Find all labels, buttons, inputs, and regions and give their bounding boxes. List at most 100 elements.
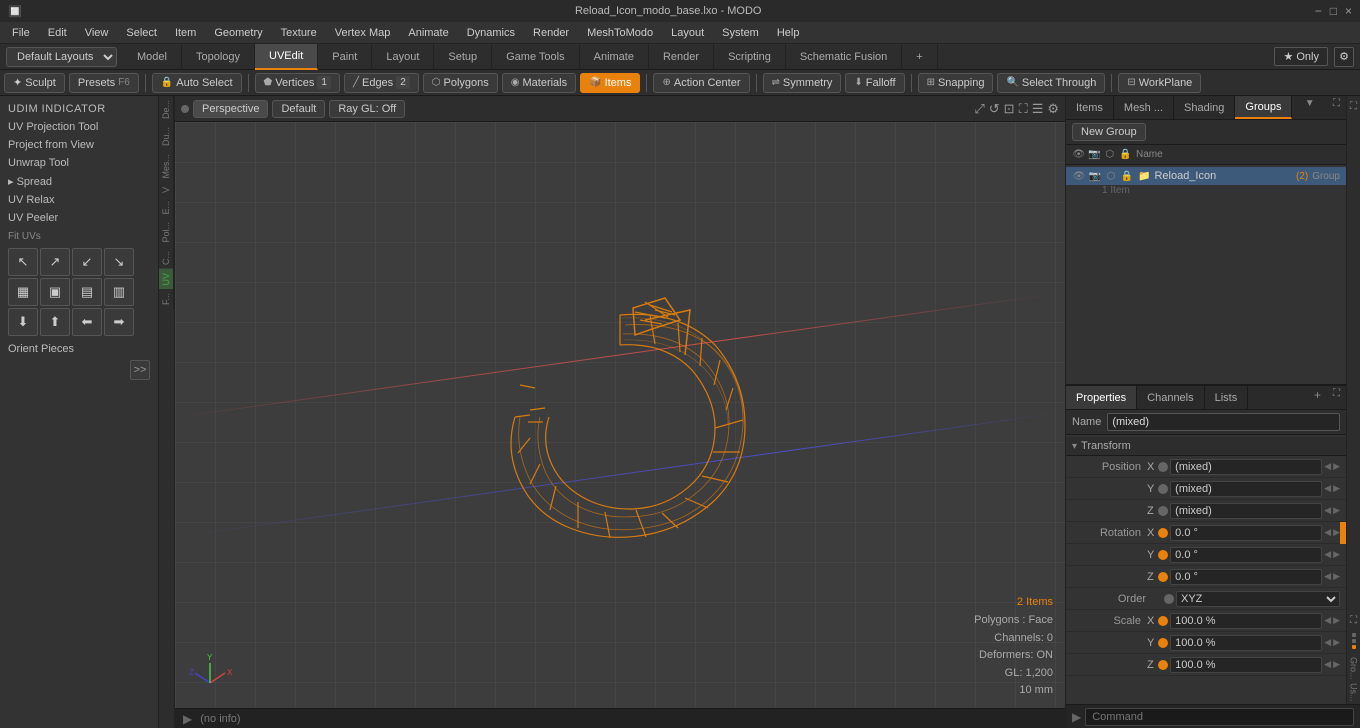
viewport-canvas[interactable]: 2 Items Polygons : Face Channels: 0 Defo… xyxy=(175,122,1065,708)
spread-item[interactable]: ▸ Spread xyxy=(4,172,154,191)
row-sel-icon[interactable]: ⬡ xyxy=(1104,169,1118,183)
groups-tab-shading[interactable]: Shading xyxy=(1174,96,1235,119)
prop-value-input-0[interactable] xyxy=(1170,459,1322,475)
menu-item-help[interactable]: Help xyxy=(769,25,808,41)
viewport-layout-icon[interactable]: ⊡ xyxy=(1004,101,1015,117)
layout-tab-topology[interactable]: Topology xyxy=(182,44,255,70)
prop-arrow-right-8[interactable]: ▶ xyxy=(1333,637,1340,648)
prop-value-input-7[interactable] xyxy=(1170,613,1322,629)
tool-icon-1[interactable]: ↖ xyxy=(8,248,38,276)
tool-icon-8[interactable]: ▥ xyxy=(104,278,134,306)
prop-arrow-right-9[interactable]: ▶ xyxy=(1333,659,1340,670)
more-button[interactable]: >> xyxy=(130,360,150,380)
prop-arrow-left-8[interactable]: ◀ xyxy=(1324,637,1331,648)
right-strip-label-gro[interactable]: Gro... xyxy=(1349,657,1359,680)
tool-icon-11[interactable]: ⬅ xyxy=(72,308,102,336)
prop-arrow-left-3[interactable]: ◀ xyxy=(1324,527,1331,538)
materials-button[interactable]: ◉ Materials xyxy=(502,73,576,93)
prop-dot-5[interactable] xyxy=(1158,572,1168,582)
layout-tab-game-tools[interactable]: Game Tools xyxy=(492,44,580,70)
prop-dot-2[interactable] xyxy=(1158,506,1168,516)
prop-arrow-left-7[interactable]: ◀ xyxy=(1324,615,1331,626)
layout-tab-paint[interactable]: Paint xyxy=(318,44,372,70)
fit-uvs[interactable]: Fit UVs xyxy=(4,227,154,244)
prop-dot-3[interactable] xyxy=(1158,528,1168,538)
uv-peeler[interactable]: UV Peeler xyxy=(4,209,154,227)
menu-item-animate[interactable]: Animate xyxy=(400,25,456,41)
prop-arrow-right-7[interactable]: ▶ xyxy=(1333,615,1340,626)
menu-item-file[interactable]: File xyxy=(4,25,38,41)
prop-tab-lists[interactable]: Lists xyxy=(1205,386,1249,409)
add-tab-button[interactable]: + xyxy=(902,44,937,70)
layout-tab-scripting[interactable]: Scripting xyxy=(714,44,786,70)
uv-relax[interactable]: UV Relax xyxy=(4,191,154,209)
tool-icon-4[interactable]: ↘ xyxy=(104,248,134,276)
prop-value-input-9[interactable] xyxy=(1170,657,1322,673)
prop-dot-1[interactable] xyxy=(1158,484,1168,494)
prop-arrow-left-0[interactable]: ◀ xyxy=(1324,461,1331,472)
menu-item-system[interactable]: System xyxy=(714,25,767,41)
row-lock-icon[interactable]: 🔒 xyxy=(1120,169,1134,183)
menu-item-dynamics[interactable]: Dynamics xyxy=(459,25,523,41)
prop-tab-properties[interactable]: Properties xyxy=(1066,386,1137,409)
eye-icon[interactable]: 👁 xyxy=(1072,148,1086,162)
tool-icon-3[interactable]: ↙ xyxy=(72,248,102,276)
menu-item-texture[interactable]: Texture xyxy=(273,25,325,41)
groups-row-reload[interactable]: 👁 📷 ⬡ 🔒 📁 Reload_Icon (2) Group xyxy=(1066,167,1346,185)
prop-arrow-right-5[interactable]: ▶ xyxy=(1333,571,1340,582)
layout-tab-setup[interactable]: Setup xyxy=(434,44,492,70)
select-through-button[interactable]: 🔍 Select Through xyxy=(997,73,1105,93)
layout-selector[interactable]: Default Layouts xyxy=(6,47,117,67)
only-button[interactable]: ★ Only xyxy=(1274,47,1328,66)
row-render-icon[interactable]: 📷 xyxy=(1088,169,1102,183)
prop-value-input-1[interactable] xyxy=(1170,481,1322,497)
panel-expand-bot[interactable]: ⛶ xyxy=(1346,613,1360,629)
auto-select-button[interactable]: 🔒 Auto Select xyxy=(152,73,242,93)
tool-icon-9[interactable]: ⬇ xyxy=(8,308,38,336)
tool-icon-6[interactable]: ▣ xyxy=(40,278,70,306)
viewport-gear-icon[interactable]: ⚙ xyxy=(1047,101,1059,117)
viewport-expand-icon[interactable]: ⛶ xyxy=(1019,101,1028,117)
prop-dot-6[interactable] xyxy=(1164,594,1174,604)
layout-tab-animate[interactable]: Animate xyxy=(580,44,649,70)
action-center-button[interactable]: ⊕ Action Center xyxy=(653,73,749,93)
perspective-button[interactable]: Perspective xyxy=(193,100,268,118)
symmetry-button[interactable]: ⇌ Symmetry xyxy=(763,73,842,93)
prop-arrow-left-2[interactable]: ◀ xyxy=(1324,505,1331,516)
tool-icon-10[interactable]: ⬆ xyxy=(40,308,70,336)
menu-item-edit[interactable]: Edit xyxy=(40,25,75,41)
prop-value-input-3[interactable] xyxy=(1170,525,1322,541)
right-strip-label-us[interactable]: Us... xyxy=(1349,683,1359,702)
prop-value-input-5[interactable] xyxy=(1170,569,1322,585)
groups-fullscreen-button[interactable]: ⛶ xyxy=(1327,96,1346,119)
prop-arrow-right-1[interactable]: ▶ xyxy=(1333,483,1340,494)
menu-item-vertex map[interactable]: Vertex Map xyxy=(327,25,399,41)
presets-button[interactable]: Presets F6 xyxy=(69,73,139,93)
row-eye-icon[interactable]: 👁 xyxy=(1072,169,1086,183)
minimize-button[interactable]: − xyxy=(1315,4,1322,18)
order-select[interactable]: XYZ xyxy=(1176,591,1340,607)
menu-item-layout[interactable]: Layout xyxy=(663,25,712,41)
prop-arrow-left-4[interactable]: ◀ xyxy=(1324,549,1331,560)
layout-tab-render[interactable]: Render xyxy=(649,44,714,70)
groups-tab-mesh-...[interactable]: Mesh ... xyxy=(1114,96,1174,119)
lock-icon[interactable]: 🔒 xyxy=(1119,148,1133,162)
vertices-button[interactable]: ⬟ Vertices 1 xyxy=(255,73,340,93)
prop-dot-7[interactable] xyxy=(1158,616,1168,626)
prop-dot-8[interactable] xyxy=(1158,638,1168,648)
prop-arrow-right-4[interactable]: ▶ xyxy=(1333,549,1340,560)
prop-arrow-right-0[interactable]: ▶ xyxy=(1333,461,1340,472)
prop-value-input-4[interactable] xyxy=(1170,547,1322,563)
items-button[interactable]: 📦 Items xyxy=(580,73,640,93)
groups-tab-groups[interactable]: Groups xyxy=(1235,96,1292,119)
tool-icon-7[interactable]: ▤ xyxy=(72,278,102,306)
prop-arrow-left-1[interactable]: ◀ xyxy=(1324,483,1331,494)
prop-add-button[interactable]: + xyxy=(1308,386,1327,409)
prop-dot-0[interactable] xyxy=(1158,462,1168,472)
groups-tab-items[interactable]: Items xyxy=(1066,96,1114,119)
layout-tab-model[interactable]: Model xyxy=(123,44,182,70)
falloff-button[interactable]: ⬇ Falloff xyxy=(845,73,904,93)
menu-item-select[interactable]: Select xyxy=(118,25,165,41)
menu-item-render[interactable]: Render xyxy=(525,25,577,41)
viewport-refresh-icon[interactable]: ↺ xyxy=(989,101,1000,117)
